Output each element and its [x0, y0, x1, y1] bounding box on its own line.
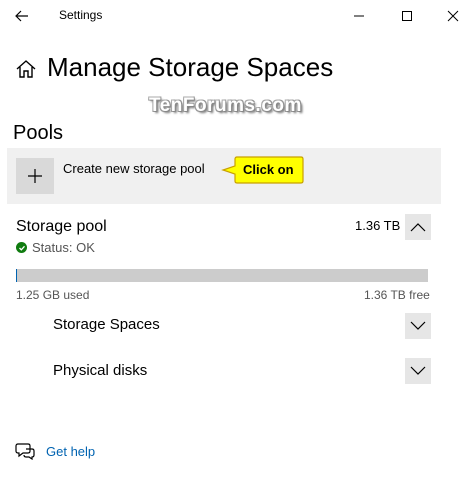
minimize-button[interactable] — [336, 2, 382, 30]
maximize-button[interactable] — [384, 2, 430, 30]
usage-bar — [16, 269, 428, 282]
back-button[interactable] — [8, 4, 36, 28]
used-space: 1.25 GB used — [16, 288, 90, 302]
window-title: Settings — [59, 8, 103, 22]
check-icon — [16, 242, 27, 253]
pools-heading: Pools — [13, 122, 64, 144]
page-title: Manage Storage Spaces — [47, 52, 334, 82]
physical-disks-label: Physical disks — [53, 362, 148, 379]
pool-size: 1.36 TB — [355, 218, 401, 233]
help-chat-icon — [15, 443, 35, 460]
chevron-down-icon — [410, 366, 426, 375]
plus-icon — [28, 169, 42, 183]
pool-collapse-button[interactable] — [405, 214, 431, 240]
close-button[interactable] — [430, 2, 474, 30]
pool-status: Status: OK — [16, 240, 95, 255]
home-icon — [16, 60, 36, 78]
storage-spaces-label: Storage Spaces — [53, 316, 160, 333]
chevron-up-icon — [410, 223, 426, 232]
back-arrow-icon — [15, 10, 28, 22]
create-pool-label[interactable]: Create new storage pool — [63, 161, 205, 176]
get-help-link[interactable]: Get help — [46, 444, 95, 459]
pool-name: Storage pool — [16, 218, 107, 235]
create-pool-button[interactable] — [16, 158, 54, 194]
chevron-down-icon — [410, 321, 426, 330]
maximize-icon — [402, 11, 412, 21]
watermark: TenForums.com — [149, 95, 302, 116]
callout-text: Click on — [243, 162, 294, 177]
physical-disks-expand-button[interactable] — [405, 358, 431, 384]
storage-spaces-expand-button[interactable] — [405, 313, 431, 339]
status-text: Status: OK — [32, 240, 95, 255]
close-icon — [447, 10, 459, 22]
free-space: 1.36 TB free — [364, 288, 430, 302]
minimize-icon — [354, 15, 364, 17]
